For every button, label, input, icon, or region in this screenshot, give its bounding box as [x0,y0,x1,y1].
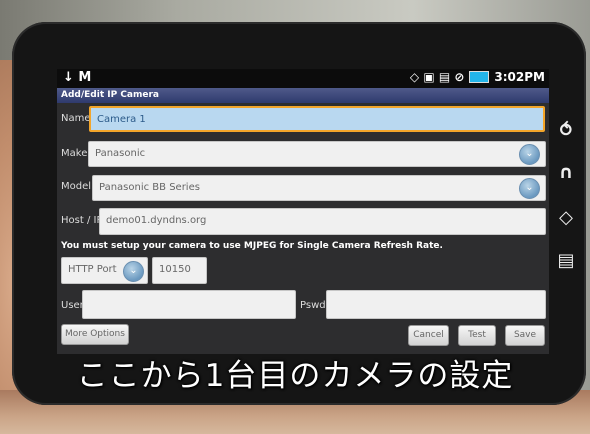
hardware-buttons: ⥀ ∩ ◇ ▤ [554,100,580,300]
host-input[interactable]: demo01.dyndns.org [99,208,546,235]
make-label: Make [61,148,88,159]
user-input[interactable] [82,290,296,319]
clock: 3:02PM [494,70,545,84]
menu-hw-icon[interactable]: ⥀ [554,120,578,141]
device-screen: ↓ M ◇ ▣ ▤ ⊘ 3:02PM Add/Edit IP Camera Na… [57,69,549,354]
port-type-dropdown-icon[interactable]: ⌄ [123,261,144,282]
model-dropdown-icon[interactable]: ⌄ [519,178,540,199]
pswd-label: Pswd [300,300,326,311]
pswd-input[interactable] [326,290,546,319]
notification-icons: ↓ M [63,70,92,85]
port-input[interactable]: 10150 [152,257,207,284]
video-caption: ここから1台目のカメラの設定 [76,358,514,394]
make-value: Panasonic [95,148,146,159]
back-hw-icon[interactable]: ◇ [554,207,578,228]
home-hw-icon[interactable]: ∩ [554,162,578,183]
cancel-button[interactable]: Cancel [408,325,449,346]
port-type-value: HTTP Port [68,264,117,275]
user-label: User [61,300,84,311]
make-dropdown-icon[interactable]: ⌄ [519,144,540,165]
host-label: Host / IP [61,215,103,226]
search-hw-icon[interactable]: ▤ [554,250,578,271]
app-title: Add/Edit IP Camera [57,88,549,103]
make-select[interactable]: Panasonic [88,141,546,167]
name-label: Name [61,113,91,124]
status-right: ◇ ▣ ▤ ⊘ 3:02PM [410,70,545,84]
more-options-button[interactable]: More Options [61,324,129,345]
model-value: Panasonic BB Series [99,182,200,193]
model-select[interactable]: Panasonic BB Series [92,175,546,201]
test-button[interactable]: Test [458,325,496,346]
mjpeg-note: You must setup your camera to use MJPEG … [61,241,443,251]
system-icons: ◇ ▣ ▤ ⊘ [409,70,465,84]
save-button[interactable]: Save [505,325,545,346]
model-label: Model [61,181,92,192]
status-bar: ↓ M ◇ ▣ ▤ ⊘ 3:02PM [57,69,549,88]
battery-icon [469,71,490,83]
name-input[interactable]: Camera 1 [89,106,545,132]
